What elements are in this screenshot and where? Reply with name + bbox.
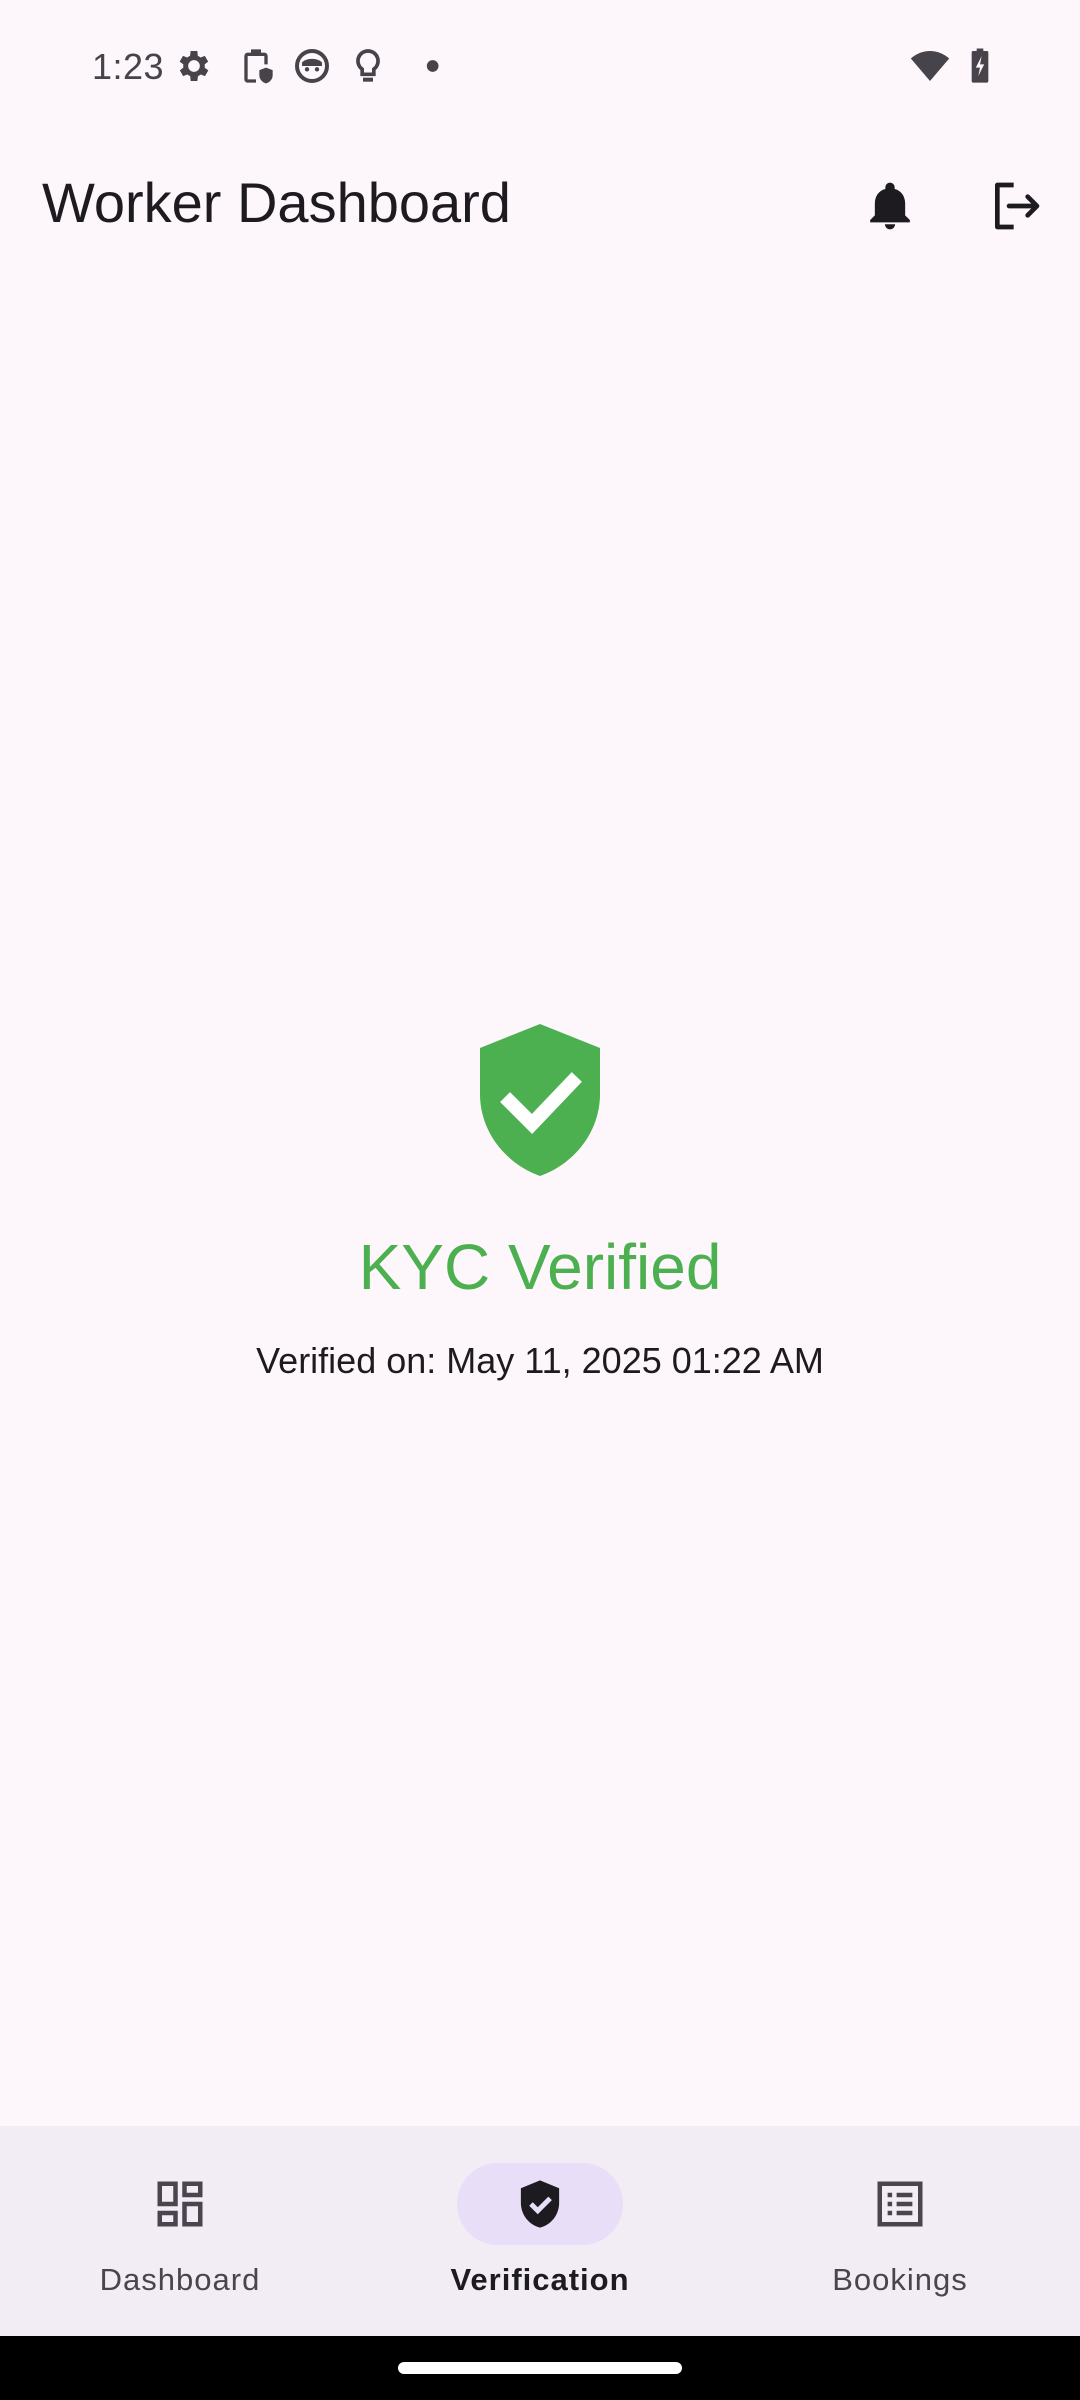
battery-charging-icon <box>960 46 1000 86</box>
nav-item-dashboard[interactable]: Dashboard <box>0 2126 360 2336</box>
nav-label: Bookings <box>832 2262 968 2297</box>
bottom-navigation: Dashboard Verification Bookings <box>0 2126 1080 2336</box>
dashboard-icon <box>157 2181 203 2227</box>
nav-item-bookings[interactable]: Bookings <box>720 2126 1080 2336</box>
wifi-icon <box>910 46 950 86</box>
system-navigation-bar <box>0 2336 1080 2400</box>
nav-indicator <box>817 2163 983 2245</box>
status-bar: 1:23 <box>0 0 1080 130</box>
dot-icon <box>416 46 456 86</box>
screen: 1:23 Worker Dashboard KYC Verified Verif… <box>0 0 1080 2400</box>
kyc-status: KYC Verified <box>358 1231 722 1303</box>
nav-label: Dashboard <box>99 2262 261 2297</box>
logout-icon <box>995 182 1040 230</box>
nav-label: Verification <box>450 2262 630 2297</box>
lightbulb-icon <box>348 46 388 86</box>
logout-button[interactable] <box>976 166 1056 246</box>
face-icon <box>292 46 332 86</box>
nav-indicator <box>97 2163 263 2245</box>
verified-shield-icon <box>520 2180 560 2228</box>
nav-indicator <box>457 2163 623 2245</box>
status-time: 1:23 <box>92 46 165 87</box>
list-icon <box>877 2181 923 2227</box>
nav-item-verification[interactable]: Verification <box>360 2126 720 2336</box>
verified-shield-icon <box>470 1020 610 1180</box>
notifications-button[interactable] <box>850 166 930 246</box>
clipboard-shield-icon <box>236 46 276 86</box>
bell-icon <box>870 182 910 230</box>
page-title: Worker Dashboard <box>42 171 511 234</box>
app-bar: Worker Dashboard <box>0 140 1080 270</box>
verified-date: Verified on: May 11, 2025 01:22 AM <box>256 1340 824 1381</box>
settings-icon <box>174 46 214 86</box>
gesture-handle[interactable] <box>398 2362 682 2374</box>
